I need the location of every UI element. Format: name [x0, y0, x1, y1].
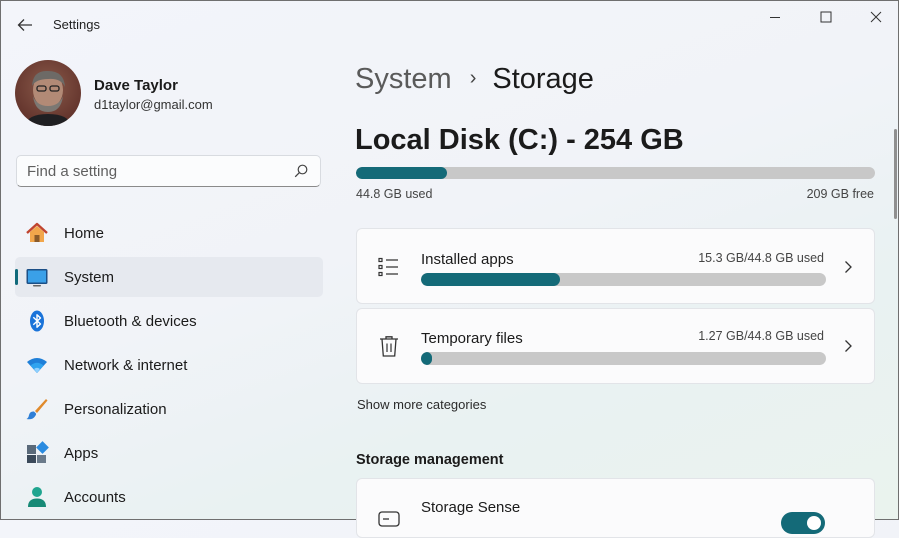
- disk-usage-bar: [356, 167, 875, 179]
- category-usage-bar: [421, 273, 826, 286]
- storage-management-heading: Storage management: [356, 452, 504, 468]
- user-name: Dave Taylor: [94, 77, 178, 94]
- wifi-icon: [27, 358, 47, 373]
- sidebar-item-apps[interactable]: Apps: [15, 433, 323, 473]
- chevron-right-icon: [845, 340, 852, 352]
- storage-sense-toggle[interactable]: [781, 512, 825, 534]
- sidebar-item-label: Bluetooth & devices: [64, 313, 197, 330]
- user-email: d1taylor@gmail.com: [94, 97, 213, 112]
- sidebar-item-network[interactable]: Network & internet: [15, 345, 323, 385]
- search-box[interactable]: [16, 155, 321, 187]
- category-usage-fill: [421, 273, 560, 286]
- sidebar-item-label: Network & internet: [64, 357, 188, 374]
- sidebar-item-label: Accounts: [64, 489, 126, 506]
- close-button[interactable]: [858, 5, 894, 29]
- storage-sense-card[interactable]: Storage Sense: [356, 478, 875, 538]
- list-icon: [378, 257, 398, 277]
- minimize-button[interactable]: [757, 5, 793, 29]
- apps-icon: [27, 441, 49, 463]
- sidebar-item-label: Personalization: [64, 401, 167, 418]
- home-icon: [26, 222, 48, 242]
- paintbrush-icon: [26, 399, 48, 420]
- disk-usage-fill: [356, 167, 448, 179]
- accounts-icon: [28, 487, 46, 507]
- breadcrumb: System › Storage: [355, 63, 594, 96]
- sidebar-item-personalization[interactable]: Personalization: [15, 389, 323, 429]
- category-size: 15.3 GB/44.8 GB used: [698, 251, 824, 265]
- category-card-temporary-files[interactable]: Temporary files 1.27 GB/44.8 GB used: [356, 308, 875, 384]
- sidebar-item-system[interactable]: System: [15, 257, 323, 297]
- category-title: Temporary files: [421, 330, 523, 347]
- drive-icon: [378, 511, 400, 527]
- storage-sense-title: Storage Sense: [421, 499, 521, 516]
- free-space-label: 209 GB free: [806, 187, 874, 201]
- system-icon: [26, 269, 48, 287]
- sidebar-item-label: System: [64, 269, 115, 286]
- category-size: 1.27 GB/44.8 GB used: [698, 329, 824, 343]
- back-arrow-icon: [17, 19, 32, 31]
- maximize-icon: [820, 11, 832, 23]
- show-more-categories-link[interactable]: Show more categories: [357, 397, 486, 412]
- maximize-button[interactable]: [808, 5, 844, 29]
- page-title: Storage: [492, 63, 594, 95]
- sidebar-item-accounts[interactable]: Accounts: [15, 477, 323, 517]
- search-input[interactable]: [27, 156, 277, 186]
- search-icon[interactable]: [294, 164, 308, 178]
- back-button[interactable]: [13, 13, 37, 37]
- category-title: Installed apps: [421, 251, 514, 268]
- title-bar: Settings: [1, 1, 898, 49]
- category-usage-fill: [421, 352, 433, 365]
- minimize-icon: [770, 17, 780, 18]
- avatar[interactable]: [15, 60, 81, 126]
- scrollbar[interactable]: [894, 129, 897, 219]
- category-card-installed-apps[interactable]: Installed apps 15.3 GB/44.8 GB used: [356, 228, 875, 304]
- close-icon: [870, 11, 882, 23]
- breadcrumb-system-link[interactable]: System: [355, 63, 452, 95]
- breadcrumb-separator-icon: ›: [469, 67, 477, 89]
- sidebar-item-home[interactable]: Home: [15, 213, 323, 253]
- trash-icon: [380, 336, 398, 357]
- sidebar-item-label: Apps: [64, 445, 99, 462]
- category-usage-bar: [421, 352, 826, 365]
- chevron-right-icon: [845, 261, 852, 273]
- used-space-label: 44.8 GB used: [356, 187, 433, 201]
- sidebar-item-label: Home: [64, 225, 105, 242]
- disk-title: Local Disk (C:) - 254 GB: [355, 124, 684, 156]
- window-title: Settings: [53, 17, 100, 32]
- toggle-knob: [807, 516, 821, 530]
- bluetooth-icon: [30, 310, 44, 332]
- sidebar-nav: Home System Bluetooth & devices Network …: [15, 213, 323, 521]
- sidebar-item-bluetooth[interactable]: Bluetooth & devices: [15, 301, 323, 341]
